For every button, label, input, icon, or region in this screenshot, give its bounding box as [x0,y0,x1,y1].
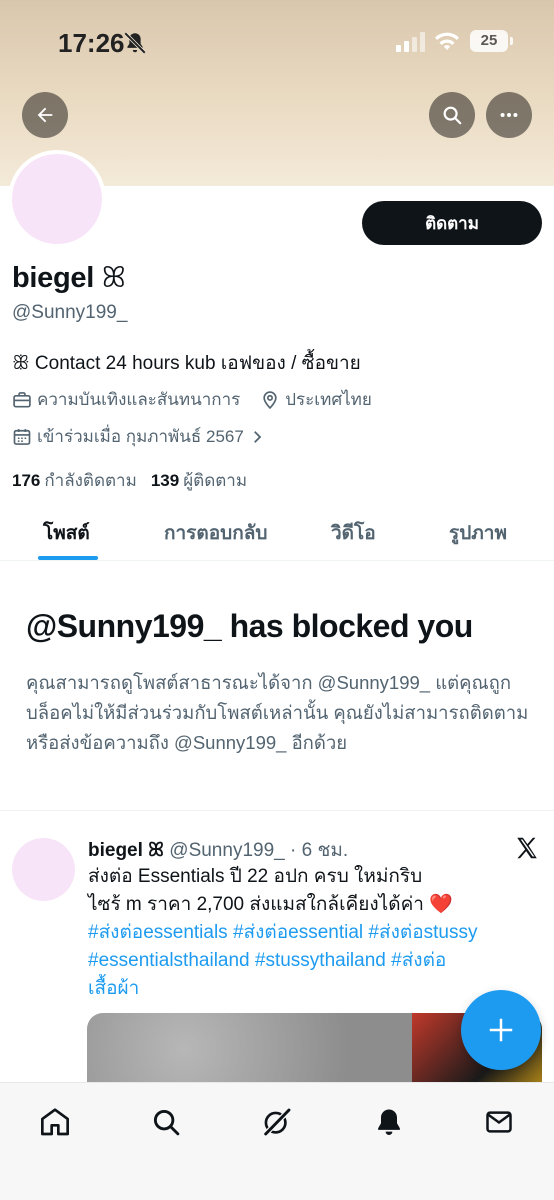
tweet-line: ไซร้ m ราคา 2,700 ส่งแมสใกล้เคียงได้ค่า … [88,894,453,915]
followers-link[interactable]: 139 ผู้ติดตาม [151,467,247,494]
status-bar: 17:26 25 [0,0,554,84]
tab-videos[interactable]: วิดีโอ [331,518,376,548]
more-options-button[interactable] [486,92,532,138]
tab-posts[interactable]: โพสต์ [43,518,90,548]
cellular-signal-icon [396,32,425,52]
profile-meta-row: ความบันเทิงและสันทนาการ ประเทศไทย [12,386,372,413]
name-emoji: ꕤ [101,262,126,294]
nav-home[interactable] [38,1105,72,1139]
tab-photos[interactable]: รูปภาพ [449,518,507,548]
plus-icon [489,1018,513,1042]
compose-fab[interactable] [461,990,541,1070]
arrow-left-icon [37,107,53,123]
profile-avatar[interactable] [8,150,106,248]
search-button[interactable] [429,92,475,138]
battery-indicator: 25 [470,30,513,52]
x-logo-icon [517,837,537,859]
grok-icon [263,1107,292,1137]
tweet-hashtags[interactable]: เสื้อผ้า [88,975,538,1003]
search-icon [153,1109,180,1136]
tweet-avatar[interactable] [12,838,75,901]
briefcase-icon [13,391,31,407]
bell-off-icon [124,32,146,54]
profile-handle: @Sunny199_ [12,302,128,323]
nav-messages[interactable] [482,1105,516,1139]
follow-button[interactable]: ติดตาม [362,201,542,245]
location-pin-icon [263,390,277,409]
mail-icon [486,1111,512,1133]
profile-tabs: โพสต์ การตอบกลับ วิดีโอ รูปภาพ [0,500,554,561]
tweet-header: biegel ꕤ @Sunny199_ · 6 ชม. [88,835,348,865]
profile-display-name: biegel ꕤ [12,262,126,294]
tweet-author-name[interactable]: biegel ꕤ [88,840,164,861]
tweet-hashtags[interactable]: #ส่งต่อessentials #ส่งต่อessential #ส่งต… [88,919,538,947]
status-time: 17:26 [58,28,125,58]
tweet-text: ส่งต่อ Essentials ปี 22 อปก ครบ ใหม่กริบ… [88,863,538,1003]
active-tab-indicator [38,556,98,560]
nav-grok[interactable] [260,1105,294,1139]
chevron-right-icon [253,430,262,443]
nav-search[interactable] [149,1105,183,1139]
profile-joined-date: เข้าร่วมเมื่อ กุมภาพันธ์ 2567 [37,427,244,446]
profile-location: ประเทศไทย [285,390,372,409]
following-link[interactable]: 176 กำลังติดตาม [12,467,137,494]
wifi-icon [435,32,459,50]
blocked-description: คุณสามารถดูโพสต์สาธารณะได้จาก @Sunny199_… [26,672,529,753]
home-icon [41,1108,69,1136]
search-icon [443,106,462,125]
tab-replies[interactable]: การตอบกลับ [164,518,267,548]
section-divider [0,810,554,811]
nav-notifications[interactable] [372,1105,406,1139]
profile-category: ความบันเทิงและสันทนาการ [37,390,241,409]
bottom-nav [0,1082,554,1200]
bell-icon [378,1109,400,1135]
tweet-hashtags[interactable]: #essentialsthailand #stussythailand #ส่ง… [88,947,538,975]
profile-joined-row[interactable]: เข้าร่วมเมื่อ กุมภาพันธ์ 2567 [12,423,271,450]
back-button[interactable] [22,92,68,138]
blocked-title: @Sunny199_ has blocked you [26,608,473,644]
more-horizontal-icon [500,112,518,118]
tweet-handle-time: @Sunny199_ · 6 ชม. [169,840,349,861]
tweet-line: ส่งต่อ Essentials ปี 22 อปก ครบ ใหม่กริบ [88,866,423,887]
profile-bio: ꕥ Contact 24 hours kub เอฟของ / ซื้อขาย [12,353,361,374]
follow-counts: 176 กำลังติดตาม 139 ผู้ติดตาม [12,467,247,494]
calendar-icon [13,428,31,445]
